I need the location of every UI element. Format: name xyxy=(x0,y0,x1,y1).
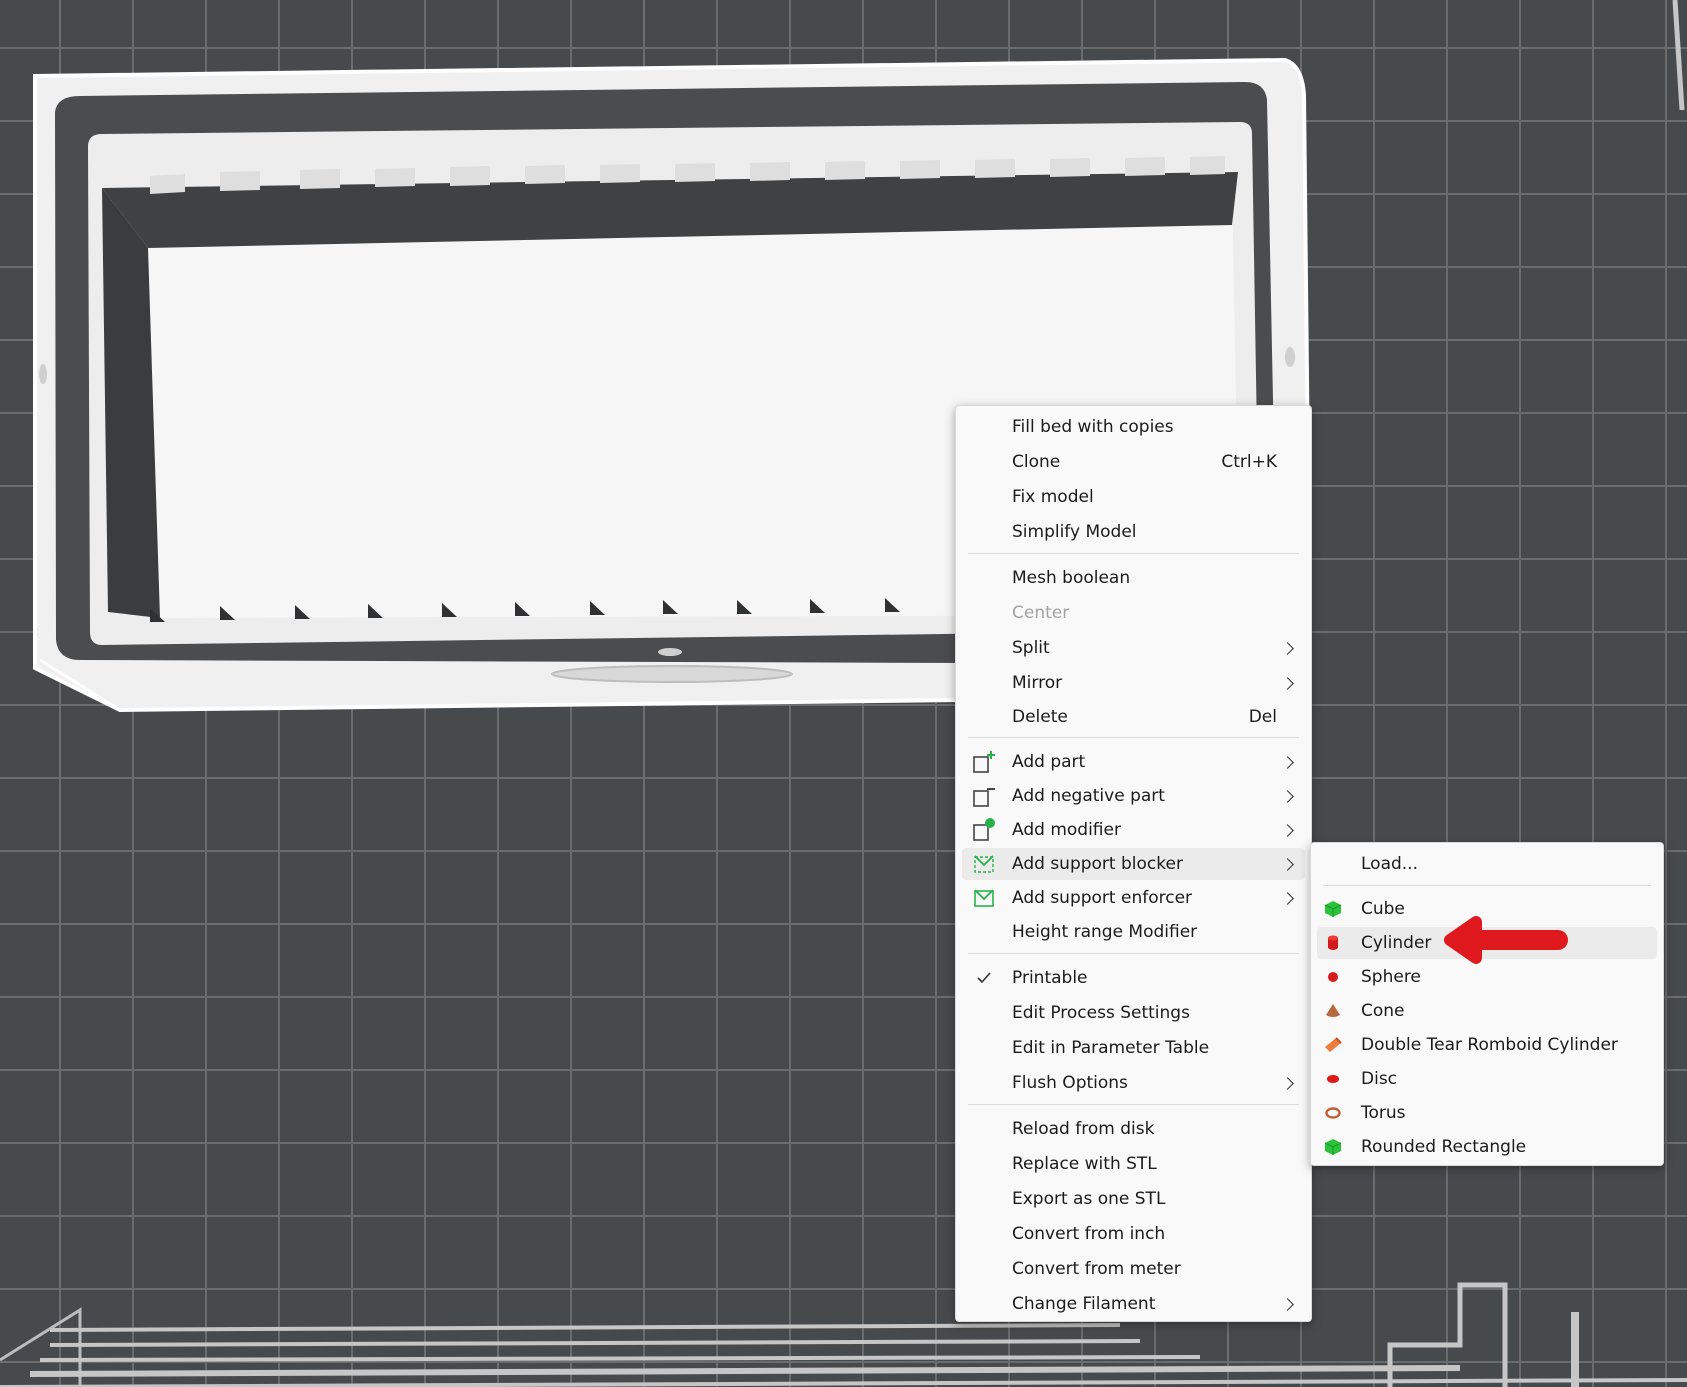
submenu-item-cone[interactable]: Cone xyxy=(1317,995,1657,1027)
submenu-item-label: Cube xyxy=(1361,899,1405,919)
menu-item-label: Printable xyxy=(1012,968,1088,988)
add-part-icon xyxy=(973,751,995,773)
menu-item-export-as-one-stl[interactable]: Export as one STL xyxy=(962,1183,1305,1215)
add-modifier-icon xyxy=(973,818,995,841)
menu-item-printable[interactable]: Printable xyxy=(962,962,1305,994)
menu-item-flush-options[interactable]: Flush Options xyxy=(962,1067,1305,1099)
menu-item-delete[interactable]: Delete Del xyxy=(962,701,1305,733)
menu-item-add-support-enforcer[interactable]: Add support enforcer xyxy=(962,882,1305,914)
menu-item-label: Edit in Parameter Table xyxy=(1012,1038,1210,1058)
chevron-right-icon xyxy=(1281,891,1294,905)
chevron-right-icon xyxy=(1281,641,1294,655)
menu-item-label: Change Filament xyxy=(1012,1294,1156,1314)
menu-item-label: Replace with STL xyxy=(1012,1154,1157,1174)
menu-item-mesh-boolean[interactable]: Mesh boolean xyxy=(962,562,1305,594)
menu-separator xyxy=(1323,885,1651,886)
menu-item-label: Center xyxy=(1012,603,1070,623)
menu-item-simplify-model[interactable]: Simplify Model xyxy=(962,516,1305,548)
cube-icon xyxy=(1324,901,1342,917)
menu-item-label: Flush Options xyxy=(1012,1073,1128,1093)
menu-item-label: Add support enforcer xyxy=(1012,888,1193,908)
submenu-item-label: Sphere xyxy=(1361,967,1421,987)
menu-item-add-part[interactable]: Add part xyxy=(962,746,1305,778)
shortcut-delete: Del xyxy=(1248,707,1277,727)
chevron-right-icon xyxy=(1281,676,1294,690)
menu-item-label: Reload from disk xyxy=(1012,1119,1155,1139)
menu-item-label: Clone xyxy=(1012,452,1061,472)
cone-icon xyxy=(1326,1004,1340,1017)
menu-item-label: Convert from meter xyxy=(1012,1259,1181,1279)
menu-item-edit-in-parameter-table[interactable]: Edit in Parameter Table xyxy=(962,1032,1305,1064)
menu-item-label: Mirror xyxy=(1012,673,1063,693)
menu-separator xyxy=(968,553,1299,554)
shortcut-clone: Ctrl+K xyxy=(1221,452,1277,472)
submenu-item-label: Load... xyxy=(1361,854,1418,874)
menu-item-label: Height range Modifier xyxy=(1012,922,1198,942)
chevron-right-icon xyxy=(1281,857,1294,871)
submenu-item-load[interactable]: Load... xyxy=(1317,848,1657,880)
menu-item-add-support-blocker[interactable]: Add support blocker xyxy=(962,848,1305,880)
menu-item-convert-from-inch[interactable]: Convert from inch xyxy=(962,1218,1305,1250)
checkmark-icon xyxy=(977,972,991,984)
support-blocker-icon xyxy=(974,855,994,873)
submenu-item-label: Disc xyxy=(1361,1069,1398,1089)
menu-item-add-modifier[interactable]: Add modifier xyxy=(962,814,1305,846)
menu-item-split[interactable]: Split xyxy=(962,632,1305,664)
chevron-right-icon xyxy=(1281,755,1294,769)
submenu-item-label: Rounded Rectangle xyxy=(1361,1137,1527,1157)
chevron-right-icon xyxy=(1281,823,1294,837)
menu-item-label: Convert from inch xyxy=(1012,1224,1166,1244)
romboid-cylinder-icon xyxy=(1325,1037,1342,1052)
menu-item-label: Add part xyxy=(1012,752,1086,772)
submenu-item-label: Cylinder xyxy=(1361,933,1432,953)
menu-item-label: Delete xyxy=(1012,707,1068,727)
menu-item-label: Add support blocker xyxy=(1012,854,1183,874)
menu-item-clone[interactable]: Clone Ctrl+K xyxy=(962,446,1305,478)
menu-item-mirror[interactable]: Mirror xyxy=(962,667,1305,699)
torus-icon xyxy=(1325,1107,1341,1119)
chevron-right-icon xyxy=(1281,1076,1294,1090)
rounded-rectangle-icon xyxy=(1324,1139,1342,1155)
menu-separator xyxy=(968,953,1299,954)
menu-item-label: Fix model xyxy=(1012,487,1094,507)
menu-item-height-range-modifier[interactable]: Height range Modifier xyxy=(962,916,1305,948)
submenu-item-label: Cone xyxy=(1361,1001,1405,1021)
menu-item-label: Split xyxy=(1012,638,1050,658)
menu-item-fill-bed-with-copies[interactable]: Fill bed with copies xyxy=(962,411,1305,443)
menu-item-change-filament[interactable]: Change Filament xyxy=(962,1288,1305,1320)
chevron-right-icon xyxy=(1281,1297,1294,1311)
menu-item-center: Center xyxy=(962,597,1305,629)
menu-item-reload-from-disk[interactable]: Reload from disk xyxy=(962,1113,1305,1145)
menu-item-label: Simplify Model xyxy=(1012,522,1137,542)
menu-separator xyxy=(968,1104,1299,1105)
sphere-icon xyxy=(1328,972,1338,982)
submenu-item-label: Double Tear Romboid Cylinder xyxy=(1361,1035,1618,1055)
3d-viewport[interactable] xyxy=(0,0,1687,1387)
context-menu: Fill bed with copies Clone Ctrl+K Fix mod… xyxy=(955,405,1312,1322)
menu-item-label: Fill bed with copies xyxy=(1012,417,1174,437)
cylinder-icon xyxy=(1328,935,1338,950)
menu-item-fix-model[interactable]: Fix model xyxy=(962,481,1305,513)
menu-item-label: Mesh boolean xyxy=(1012,568,1131,588)
support-blocker-submenu: Load... Cube Cylinder Sphere Cone Double… xyxy=(1310,842,1664,1166)
disc-icon xyxy=(1327,1075,1339,1083)
submenu-item-double-tear-romboid-cylinder[interactable]: Double Tear Romboid Cylinder xyxy=(1317,1029,1657,1061)
menu-item-convert-from-meter[interactable]: Convert from meter xyxy=(962,1253,1305,1285)
support-enforcer-icon xyxy=(974,889,994,907)
chevron-right-icon xyxy=(1281,789,1294,803)
submenu-item-label: Torus xyxy=(1361,1103,1406,1123)
menu-item-label: Edit Process Settings xyxy=(1012,1003,1190,1023)
menu-item-replace-with-stl[interactable]: Replace with STL xyxy=(962,1148,1305,1180)
submenu-item-torus[interactable]: Torus xyxy=(1317,1097,1657,1129)
menu-item-label: Add modifier xyxy=(1012,820,1121,840)
menu-item-label: Export as one STL xyxy=(1012,1189,1166,1209)
submenu-item-disc[interactable]: Disc xyxy=(1317,1063,1657,1095)
annotation-arrow xyxy=(1444,916,1568,964)
menu-item-label: Add negative part xyxy=(1012,786,1165,806)
menu-separator xyxy=(968,737,1299,738)
add-negative-part-icon xyxy=(973,788,995,807)
menu-item-add-negative-part[interactable]: Add negative part xyxy=(962,780,1305,812)
submenu-item-rounded-rectangle[interactable]: Rounded Rectangle xyxy=(1317,1131,1657,1163)
menu-item-edit-process-settings[interactable]: Edit Process Settings xyxy=(962,997,1305,1029)
